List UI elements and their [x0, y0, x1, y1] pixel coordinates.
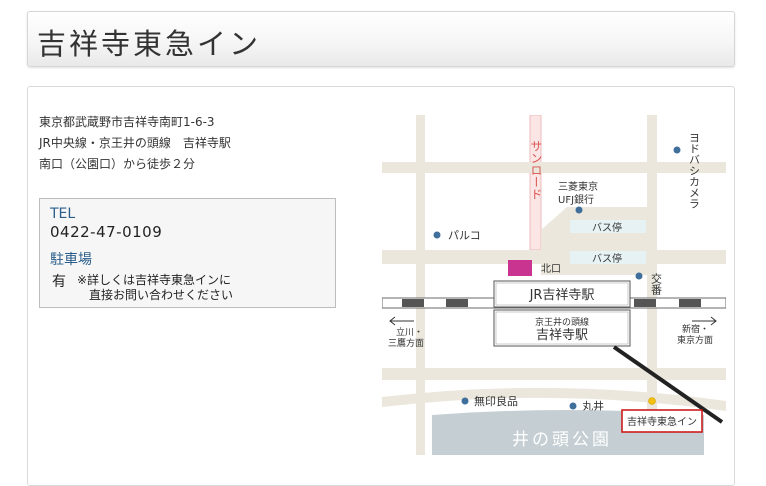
- contact-box: TEL 0422-47-0109 駐車場 有 ※詳しくは吉祥寺東急インに 直接お…: [39, 198, 336, 308]
- access-line: JR中央線・京王井の頭線 吉祥寺駅: [39, 136, 231, 150]
- poi-dot: [461, 397, 469, 405]
- north-exit-label: 北口: [541, 263, 561, 275]
- keio-station-label: 吉祥寺駅: [536, 328, 588, 343]
- tel-number: 0422-47-0109: [50, 223, 163, 241]
- park-label: 井の頭公園: [512, 430, 612, 450]
- hotel-label: 吉祥寺東急イン: [627, 415, 697, 428]
- title-bar: 吉祥寺東急イン: [27, 11, 735, 67]
- mitsubishi-label: 三菱東京: [558, 180, 598, 193]
- poi-dot: [635, 272, 643, 280]
- parking-label: 駐車場: [50, 252, 92, 268]
- koban-label: 交番: [650, 272, 663, 296]
- parco-label: パルコ: [448, 229, 481, 242]
- hotel-dot: [648, 397, 656, 405]
- parking-note: ※詳しくは吉祥寺東急インに 直接お問い合わせください: [77, 273, 233, 303]
- yodobashi-label: ヨドバシカメラ: [688, 132, 701, 209]
- address-block: 東京都武蔵野市吉祥寺南町1-6-3 JR中央線・京王井の頭線 吉祥寺駅 南口（公…: [39, 112, 231, 175]
- parking-note-line: ※詳しくは吉祥寺東急インに: [77, 273, 232, 287]
- muji-label: 無印良品: [474, 394, 518, 408]
- parking-value: 有: [52, 274, 66, 290]
- bus-stop-label: バス停: [592, 221, 622, 234]
- tachikawa-label: 立川・: [396, 326, 423, 338]
- parking-note-line: 直接お問い合わせください: [89, 288, 234, 302]
- mitaka-label: 三鷹方面: [388, 337, 424, 349]
- mitsubishi-label: UFJ銀行: [558, 193, 594, 206]
- bus-stop-label: バス停: [592, 252, 622, 265]
- road-horizontal-low: [382, 368, 726, 380]
- shinjuku-label: 新宿・: [682, 323, 709, 335]
- poi-dot: [673, 146, 681, 154]
- tel-label: TEL: [50, 206, 76, 222]
- keio-line-label: 京王井の頭線: [535, 316, 589, 328]
- north-exit-marker: [508, 260, 532, 276]
- walk-line: 南口（公園口）から徒歩２分: [39, 157, 196, 171]
- road-horizontal-top: [382, 162, 726, 173]
- sunroad-label: サンロード: [529, 140, 543, 200]
- poi-dot: [575, 206, 583, 214]
- jr-station-label: JR吉祥寺駅: [529, 288, 595, 303]
- tokyo-label: 東京方面: [677, 334, 713, 346]
- poi-dot: [569, 402, 577, 410]
- road-horizontal-mid: [382, 250, 726, 264]
- page-title: 吉祥寺東急イン: [37, 27, 262, 61]
- arrow-left-icon: [389, 316, 414, 326]
- arrow-right-icon: [692, 316, 717, 326]
- address-line: 東京都武蔵野市吉祥寺南町1-6-3: [39, 115, 215, 129]
- access-map: バス停 バス停 JR吉祥寺駅 京王井の頭線 吉祥寺駅 北口 サンロード ヨドバシ…: [382, 115, 726, 455]
- poi-dot: [433, 231, 441, 239]
